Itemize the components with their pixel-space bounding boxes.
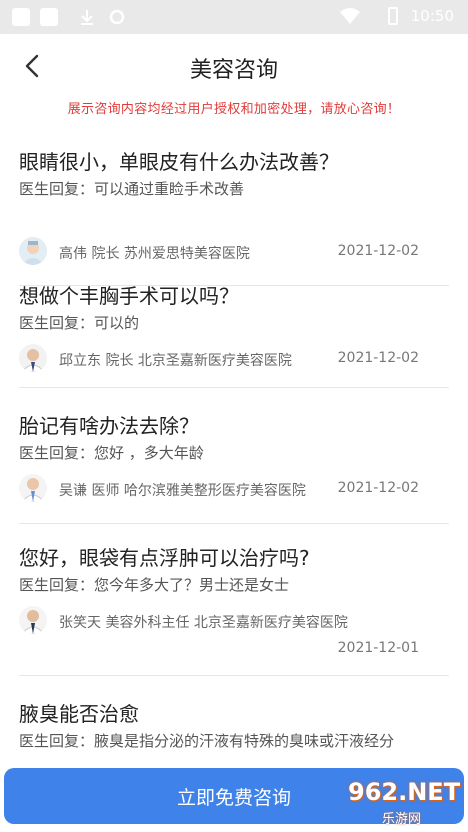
question-text: 眼睛很小，单眼皮有什么办法改善？ bbox=[19, 150, 339, 174]
answer-text: 医生回复：您好 ，多大年龄 bbox=[19, 444, 204, 462]
download-icon bbox=[78, 8, 96, 26]
avatar bbox=[19, 606, 47, 634]
battery-icon bbox=[388, 7, 398, 25]
notification-icon bbox=[12, 8, 30, 26]
watermark-logo: 962.NET 乐游网 bbox=[338, 778, 464, 827]
status-time: 10:50 bbox=[410, 7, 454, 25]
doctor-info: 高伟 院长 苏州爱思特美容医院 bbox=[59, 246, 250, 262]
doctor-row: 张笑天 美容外科主任 北京圣嘉新医疗美容医院 2021-12-01 bbox=[19, 606, 449, 656]
question-text: 腋臭能否治愈 bbox=[19, 702, 139, 726]
question-text: 您好，眼袋有点浮肿可以治疗吗? bbox=[19, 546, 310, 570]
answer-text: 医生回复：可以的 bbox=[19, 314, 140, 332]
answer-text: 医生回复：腋臭是指分泌的汗液有特殊的臭味或汗液经分 bbox=[19, 732, 395, 750]
date-text: 2021-12-02 bbox=[337, 243, 419, 259]
doctor-row: 吴谦 医师 哈尔滨雅美整形医疗美容医院 2021-12-02 bbox=[19, 474, 449, 504]
divider bbox=[19, 675, 449, 676]
privacy-notice: 展示咨询内容均经过用户授权和加密处理，请放心咨询！ bbox=[67, 102, 401, 117]
wifi-icon bbox=[340, 8, 360, 24]
doctor-row: 高伟 院长 苏州爱思特美容医院 2021-12-02 bbox=[19, 237, 449, 267]
answer-text: 医生回复：您今年多大了？男士还是女士 bbox=[19, 576, 290, 594]
avatar bbox=[19, 344, 47, 372]
page-title: 美容咨询 bbox=[189, 58, 278, 83]
avatar bbox=[19, 474, 47, 502]
avatar bbox=[19, 237, 47, 265]
answer-text: 医生回复：可以通过重睑手术改善 bbox=[19, 180, 245, 198]
question-text: 想做个丰胸手术可以吗？ bbox=[19, 284, 239, 308]
nav-bar: 美容咨询 bbox=[0, 34, 468, 98]
doctor-info: 张笑天 美容外科主任 北京圣嘉新医疗美容医院 bbox=[59, 615, 348, 631]
date-text: 2021-12-02 bbox=[337, 480, 419, 496]
date-text: 2021-12-02 bbox=[337, 350, 419, 366]
divider bbox=[19, 387, 449, 388]
doctor-row: 邱立东 院长 北京圣嘉新医疗美容医院 2021-12-02 bbox=[19, 344, 449, 374]
divider bbox=[19, 523, 449, 524]
doctor-info: 吴谦 医师 哈尔滨雅美整形医疗美容医院 bbox=[59, 483, 306, 499]
doctor-info: 邱立东 院长 北京圣嘉新医疗美容医院 bbox=[59, 353, 292, 369]
watermark-text: 962.NET bbox=[348, 778, 461, 806]
status-bar: 10:50 bbox=[0, 0, 468, 34]
question-text: 胎记有啥办法去除？ bbox=[19, 414, 199, 438]
date-text: 2021-12-01 bbox=[337, 640, 419, 656]
sync-icon bbox=[108, 8, 126, 26]
notification-icon bbox=[40, 8, 58, 26]
watermark-subtext: 乐游网 bbox=[382, 812, 422, 827]
